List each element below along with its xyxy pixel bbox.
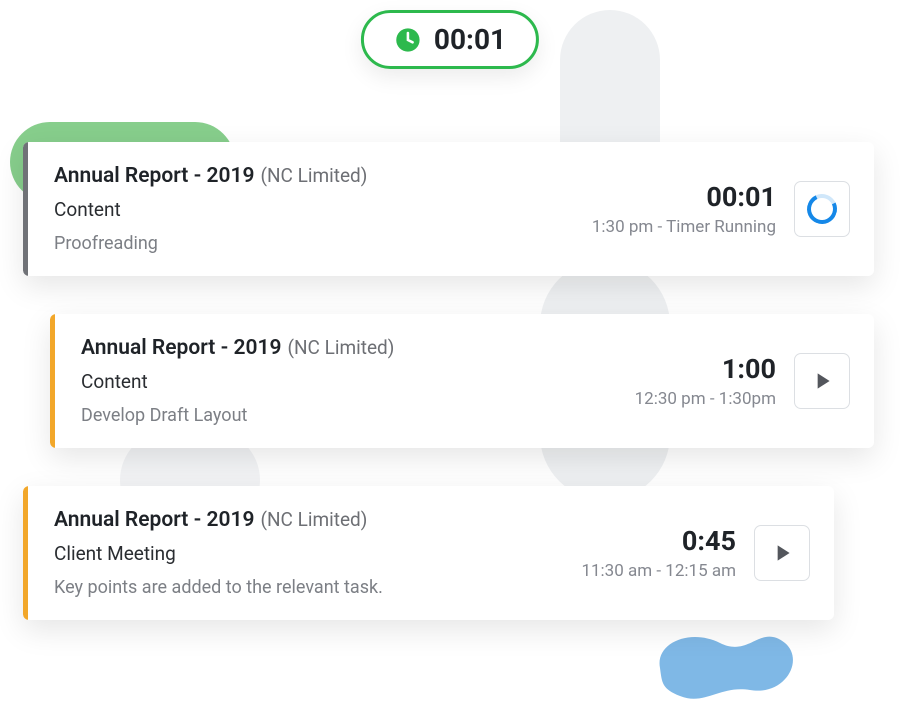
time-stack: 0:45 11:30 am - 12:15 am — [581, 525, 736, 581]
play-icon — [809, 368, 835, 394]
task-title: Annual Report - 2019 — [54, 164, 254, 188]
play-button[interactable] — [794, 353, 850, 409]
task-org: (NC Limited) — [260, 164, 367, 187]
task-section: Client Meeting — [54, 542, 383, 565]
card-text-block: Annual Report - 2019 (NC Limited) Conten… — [54, 164, 367, 254]
task-section: Content — [81, 370, 394, 393]
timer-pill[interactable]: 00:01 — [361, 10, 539, 69]
time-stack: 1:00 12:30 pm - 1:30pm — [635, 353, 776, 409]
task-note: Proofreading — [54, 233, 367, 254]
task-org: (NC Limited) — [287, 336, 394, 359]
time-stack: 00:01 1:30 pm - Timer Running — [592, 181, 776, 237]
task-range: 11:30 am - 12:15 am — [581, 561, 736, 581]
card-text-block: Annual Report - 2019 (NC Limited) Conten… — [81, 336, 394, 426]
play-icon — [769, 540, 795, 566]
task-card[interactable]: Annual Report - 2019 (NC Limited) Client… — [23, 486, 834, 620]
task-note: Key points are added to the relevant tas… — [54, 577, 383, 598]
spinner-icon — [803, 190, 841, 228]
task-range: 1:30 pm - Timer Running — [592, 217, 776, 237]
task-card[interactable]: Annual Report - 2019 (NC Limited) Conten… — [23, 142, 874, 276]
task-duration: 00:01 — [592, 181, 776, 213]
task-duration: 0:45 — [581, 525, 736, 557]
card-text-block: Annual Report - 2019 (NC Limited) Client… — [54, 508, 383, 598]
play-button[interactable] — [754, 525, 810, 581]
task-duration: 1:00 — [635, 353, 776, 385]
task-title: Annual Report - 2019 — [81, 336, 281, 360]
clock-icon — [394, 26, 422, 54]
running-button[interactable] — [794, 181, 850, 237]
task-org: (NC Limited) — [260, 508, 367, 531]
task-range: 12:30 pm - 1:30pm — [635, 389, 776, 409]
task-card[interactable]: Annual Report - 2019 (NC Limited) Conten… — [50, 314, 874, 448]
task-note: Develop Draft Layout — [81, 405, 394, 426]
task-title: Annual Report - 2019 — [54, 508, 254, 532]
timer-value: 00:01 — [434, 23, 506, 56]
decorative-blue-blob — [650, 608, 800, 708]
task-section: Content — [54, 198, 367, 221]
